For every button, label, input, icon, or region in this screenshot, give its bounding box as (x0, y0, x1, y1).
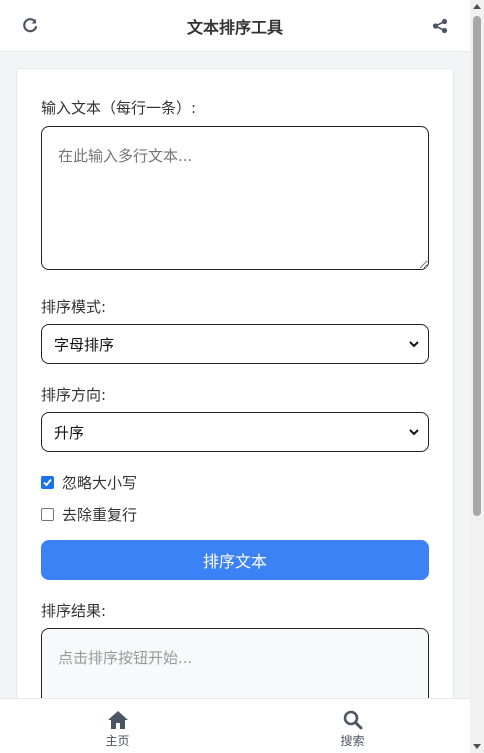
checkmark-icon (43, 478, 52, 487)
sort-form-card: 输入文本（每行一条）: 排序模式: 字母排序 排序方向: 升序 忽略大小写 (16, 68, 454, 753)
direction-select-value: 升序 (54, 423, 85, 442)
dedupe-label: 去除重复行 (62, 506, 138, 524)
direction-label: 排序方向: (41, 386, 107, 404)
ignore-case-option[interactable]: 忽略大小写 (41, 472, 137, 493)
home-icon (107, 710, 128, 729)
share-button[interactable] (430, 16, 450, 36)
scrollbar[interactable] (470, 0, 484, 753)
refresh-button[interactable] (20, 16, 40, 36)
mode-select[interactable]: 字母排序 (41, 324, 429, 364)
dedupe-option[interactable]: 去除重复行 (41, 504, 137, 525)
refresh-icon (23, 18, 38, 33)
mode-select-value: 字母排序 (54, 335, 115, 354)
ignore-case-label: 忽略大小写 (62, 474, 138, 492)
share-icon (432, 18, 448, 34)
chevron-down-icon (409, 429, 419, 436)
dedupe-checkbox[interactable] (41, 508, 54, 521)
nav-label-home: 主页 (105, 733, 130, 748)
nav-label-search: 搜索 (340, 733, 365, 748)
scroll-down-arrow[interactable] (473, 744, 481, 749)
sort-button[interactable]: 排序文本 (41, 540, 429, 580)
input-label: 输入文本（每行一条）: (41, 99, 197, 117)
scroll-up-arrow[interactable] (473, 4, 481, 9)
search-icon (343, 710, 362, 729)
page-title: 文本排序工具 (186, 17, 283, 37)
bottom-nav: 主页 搜索 (0, 698, 470, 753)
ignore-case-checkbox[interactable] (41, 476, 54, 489)
nav-item-search[interactable]: 搜索 (235, 699, 470, 753)
scrollbar-thumb[interactable] (473, 16, 481, 516)
mode-label: 排序模式: (41, 298, 107, 316)
top-bar: 文本排序工具 (0, 0, 470, 52)
result-label: 排序结果: (41, 602, 107, 620)
app: 文本排序工具 输入文本（每行一条）: 排序模式: 字母排序 排序方向: 升序 (0, 0, 484, 753)
nav-item-home[interactable]: 主页 (0, 699, 235, 753)
text-input[interactable] (41, 126, 429, 270)
chevron-down-icon (409, 341, 419, 348)
direction-select[interactable]: 升序 (41, 412, 429, 452)
